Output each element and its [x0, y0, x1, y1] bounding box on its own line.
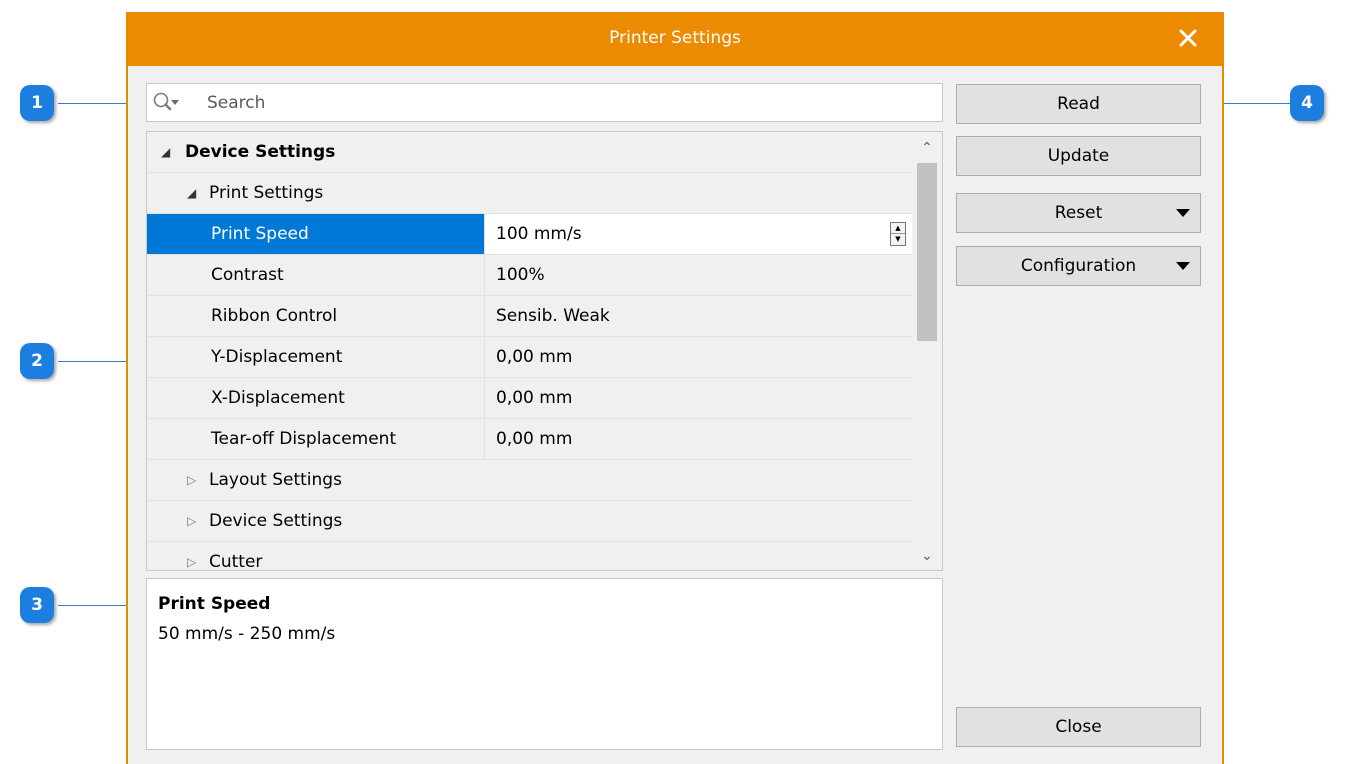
- spinner-up-icon[interactable]: ▲: [891, 223, 905, 234]
- property-name-cell[interactable]: Y-Displacement: [147, 337, 485, 377]
- scroll-up-icon[interactable]: ⌃: [912, 134, 942, 162]
- search-input[interactable]: [207, 90, 927, 116]
- update-button[interactable]: Update: [956, 136, 1201, 176]
- category-label: Device Settings: [185, 142, 336, 162]
- property-row-print-speed[interactable]: Print Speed 100 mm/s ▲ ▼: [147, 214, 912, 255]
- subcategory-label: Print Settings: [209, 183, 324, 203]
- subcategory-label: Cutter: [209, 552, 263, 571]
- value-spinner[interactable]: ▲ ▼: [890, 222, 906, 246]
- property-grid-rows: ◢ Device Settings ◢ Print Settings Print…: [147, 132, 912, 570]
- property-row-y-displacement[interactable]: Y-Displacement 0,00 mm: [147, 337, 912, 378]
- property-name: Print Speed: [211, 224, 309, 244]
- subcategory-row-cutter[interactable]: ▷ Cutter: [147, 542, 912, 571]
- description-title: Print Speed: [158, 594, 271, 614]
- scroll-down-icon[interactable]: ⌄: [912, 542, 942, 570]
- property-name-cell[interactable]: Contrast: [147, 255, 485, 295]
- read-button[interactable]: Read: [956, 84, 1201, 124]
- property-row-ribbon-control[interactable]: Ribbon Control Sensib. Weak: [147, 296, 912, 337]
- description-text: 50 mm/s - 250 mm/s: [158, 624, 336, 644]
- read-button-label: Read: [1057, 94, 1100, 114]
- expand-triangle-icon[interactable]: ▷: [187, 542, 201, 570]
- property-name: Contrast: [211, 265, 284, 285]
- subcategory-label: Device Settings: [209, 511, 343, 531]
- property-value[interactable]: 100 mm/s: [496, 214, 582, 254]
- property-row-contrast[interactable]: Contrast 100%: [147, 255, 912, 296]
- printer-settings-window: Printer Settings ◢ Device Settings ◢ Pri…: [126, 12, 1224, 764]
- property-name: Tear-off Displacement: [211, 429, 397, 449]
- callout-badge-3: 3: [20, 587, 54, 623]
- property-value[interactable]: 0,00 mm: [496, 378, 572, 418]
- subcategory-row-print-settings[interactable]: ◢ Print Settings: [147, 173, 912, 214]
- property-name: Y-Displacement: [211, 347, 343, 367]
- search-box: [146, 83, 943, 122]
- property-name-cell[interactable]: Ribbon Control: [147, 296, 485, 336]
- search-icon[interactable]: [152, 91, 180, 115]
- property-name-cell[interactable]: Tear-off Displacement: [147, 419, 485, 459]
- close-button[interactable]: Close: [956, 707, 1201, 747]
- title-bar: Printer Settings: [128, 12, 1222, 66]
- property-value[interactable]: 0,00 mm: [496, 337, 572, 377]
- property-name-cell[interactable]: X-Displacement: [147, 378, 485, 418]
- configuration-button-label: Configuration: [1020, 256, 1137, 276]
- callout-badge-1: 1: [20, 85, 54, 121]
- description-panel: Print Speed 50 mm/s - 250 mm/s: [146, 578, 943, 750]
- property-value[interactable]: 0,00 mm: [496, 419, 572, 459]
- expand-triangle-icon[interactable]: ▷: [187, 501, 201, 542]
- vertical-scrollbar[interactable]: ⌃ ⌄: [912, 132, 942, 570]
- property-name: Ribbon Control: [211, 306, 338, 326]
- property-grid: ◢ Device Settings ◢ Print Settings Print…: [146, 131, 943, 571]
- update-button-label: Update: [1047, 146, 1110, 166]
- spinner-down-icon[interactable]: ▼: [891, 234, 905, 245]
- close-button-label: Close: [1055, 717, 1102, 737]
- reset-dropdown-button[interactable]: Reset: [956, 193, 1201, 233]
- callout-badge-4: 4: [1290, 85, 1324, 121]
- reset-button-label: Reset: [1054, 203, 1103, 223]
- dropdown-caret-icon: [1176, 209, 1190, 217]
- close-icon[interactable]: [1176, 26, 1200, 50]
- collapse-triangle-icon[interactable]: ◢: [161, 132, 175, 173]
- property-name: X-Displacement: [211, 388, 345, 408]
- window-title: Printer Settings: [609, 28, 741, 48]
- callout-badge-2: 2: [20, 343, 54, 379]
- property-row-tear-off-displacement[interactable]: Tear-off Displacement 0,00 mm: [147, 419, 912, 460]
- configuration-dropdown-button[interactable]: Configuration: [956, 246, 1201, 286]
- property-row-x-displacement[interactable]: X-Displacement 0,00 mm: [147, 378, 912, 419]
- scroll-thumb[interactable]: [917, 163, 937, 341]
- collapse-triangle-icon[interactable]: ◢: [187, 173, 201, 214]
- subcategory-row-device-settings[interactable]: ▷ Device Settings: [147, 501, 912, 542]
- category-row[interactable]: ◢ Device Settings: [147, 132, 912, 173]
- property-value[interactable]: 100%: [496, 255, 545, 295]
- subcategory-label: Layout Settings: [209, 470, 342, 490]
- expand-triangle-icon[interactable]: ▷: [187, 460, 201, 501]
- property-name-cell[interactable]: Print Speed: [147, 214, 485, 254]
- subcategory-row-layout-settings[interactable]: ▷ Layout Settings: [147, 460, 912, 501]
- dropdown-caret-icon: [1176, 262, 1190, 270]
- property-value[interactable]: Sensib. Weak: [496, 296, 610, 336]
